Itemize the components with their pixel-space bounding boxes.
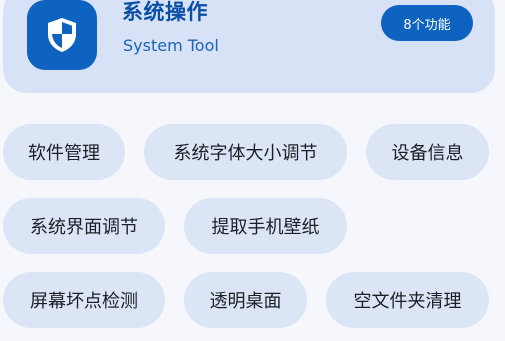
transparent-desktop-button[interactable]: 透明桌面 xyxy=(184,272,307,328)
header-card: 系统操作 System Tool 8个功能 xyxy=(3,0,495,93)
system-font-size-button[interactable]: 系统字体大小调节 xyxy=(144,124,347,180)
system-ui-adjust-button[interactable]: 系统界面调节 xyxy=(3,198,165,254)
device-info-button[interactable]: 设备信息 xyxy=(366,124,489,180)
feature-count-badge: 8个功能 xyxy=(381,5,473,41)
page-subtitle: System Tool xyxy=(123,36,219,55)
dead-pixel-test-button[interactable]: 屏幕坏点检测 xyxy=(3,272,165,328)
software-management-button[interactable]: 软件管理 xyxy=(3,124,125,180)
extract-wallpaper-button[interactable]: 提取手机壁纸 xyxy=(184,198,347,254)
app-icon xyxy=(27,0,97,70)
page-title: 系统操作 xyxy=(122,0,208,24)
shield-icon xyxy=(48,18,76,52)
empty-folder-cleanup-button[interactable]: 空文件夹清理 xyxy=(326,272,489,328)
